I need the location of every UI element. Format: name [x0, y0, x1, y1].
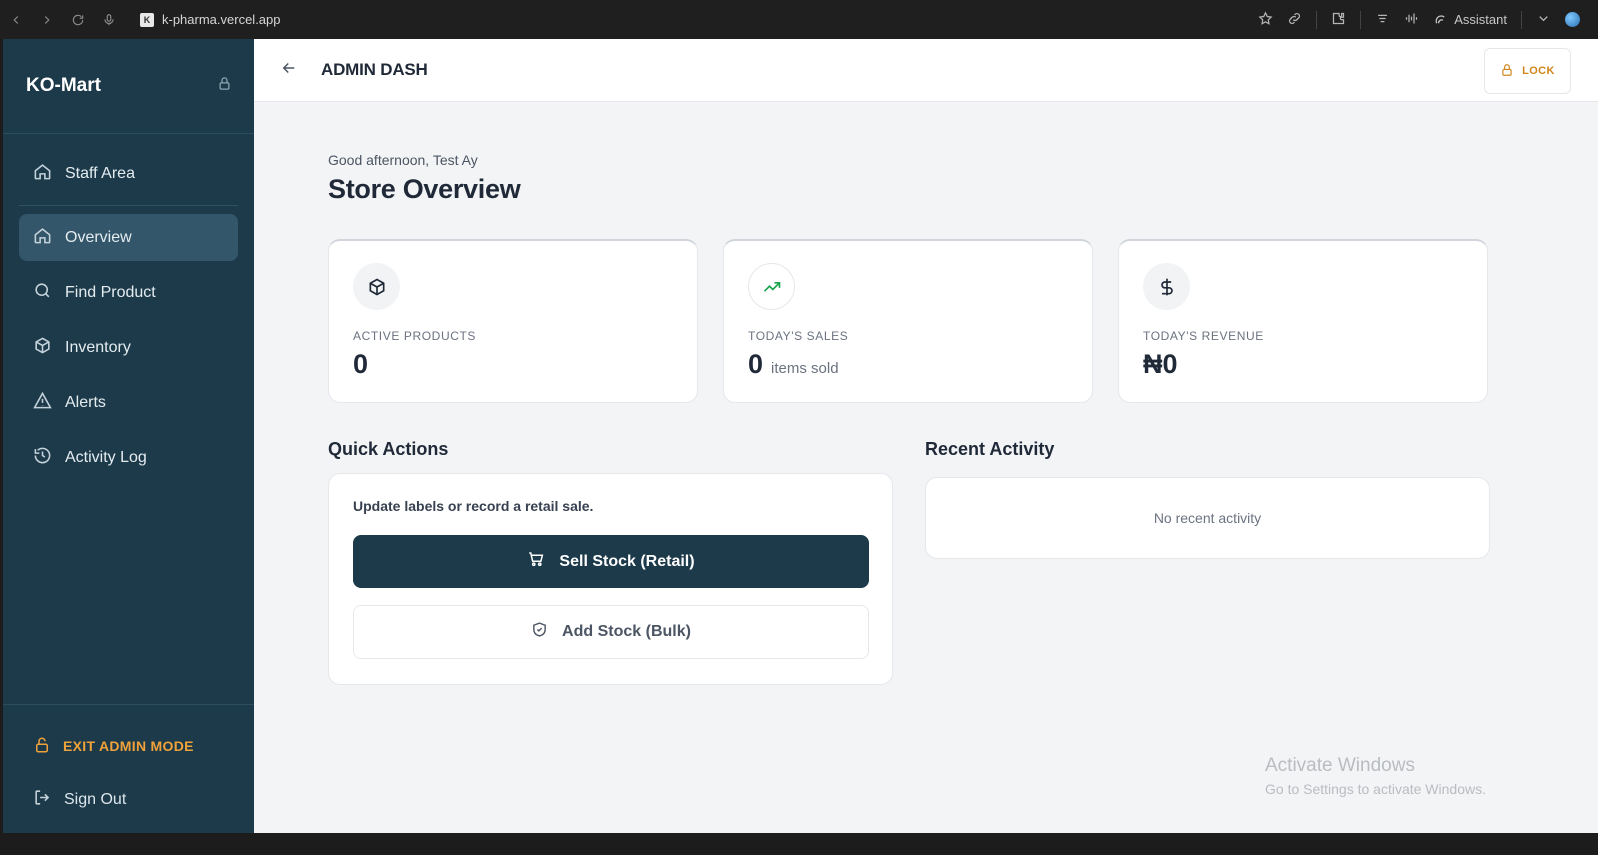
app-window: KO-Mart Staff Area Overview Find Product… — [3, 39, 1598, 833]
top-bar: ADMIN DASH LOCK — [254, 39, 1598, 102]
shield-check-icon — [531, 621, 548, 643]
windows-activation-watermark: Activate Windows Go to Settings to activ… — [1265, 755, 1486, 797]
profile-orb-icon[interactable] — [1565, 12, 1580, 27]
sidebar-header: KO-Mart — [3, 39, 254, 134]
home-icon — [33, 162, 52, 186]
sidebar-item-label: Activity Log — [65, 448, 147, 466]
lock-icon[interactable] — [217, 76, 232, 96]
assistant-button[interactable]: Assistant — [1433, 12, 1507, 27]
chevron-down-icon[interactable] — [1536, 11, 1551, 29]
quick-actions-card: Update labels or record a retail sale. S… — [328, 473, 893, 685]
overview-title: Store Overview — [328, 174, 521, 204]
url-text: k-pharma.vercel.app — [162, 12, 281, 27]
warning-icon — [33, 391, 52, 415]
stat-label: TODAY'S SALES — [748, 329, 849, 343]
home-icon — [33, 226, 52, 250]
link-icon[interactable] — [1287, 11, 1302, 29]
sign-out-button[interactable]: Sign Out — [3, 777, 254, 823]
stat-value: 0 — [748, 349, 764, 379]
search-icon — [33, 281, 52, 305]
window-bottom-edge — [0, 833, 1598, 855]
address-bar[interactable]: K k-pharma.vercel.app — [140, 12, 281, 27]
quick-actions-section: Quick Actions Update labels or record a … — [328, 439, 893, 685]
exit-admin-mode-label: EXIT ADMIN MODE — [63, 738, 194, 754]
greeting-text: Good afternoon, Test Ay — [328, 152, 478, 168]
toolbar-divider — [1360, 10, 1362, 29]
recent-activity-title: Recent Activity — [925, 439, 1055, 459]
recent-activity-section: Recent Activity No recent activity — [925, 439, 1490, 685]
toolbar-divider — [1521, 10, 1522, 29]
browser-toolbar: K k-pharma.vercel.app Assistant — [0, 0, 1598, 39]
watermark-line1: Activate Windows — [1265, 755, 1415, 776]
exit-admin-mode-button[interactable]: EXIT ADMIN MODE — [3, 723, 254, 769]
lock-icon — [1500, 63, 1514, 80]
stat-label: TODAY'S REVENUE — [1143, 329, 1264, 343]
stat-card-todays-sales: TODAY'S SALES 0 items sold — [723, 239, 1093, 403]
package-icon — [353, 263, 400, 310]
sidebar-item-label: Inventory — [65, 338, 131, 356]
watermark-line2: Go to Settings to activate Windows. — [1265, 781, 1486, 797]
back-arrow-icon[interactable] — [280, 59, 298, 82]
sidebar-item-activity-log[interactable]: Activity Log — [19, 434, 238, 481]
sidebar-item-alerts[interactable]: Alerts — [19, 379, 238, 426]
toolbar-divider — [1316, 10, 1318, 29]
brand-name: KO-Mart — [26, 75, 101, 96]
lock-button[interactable]: LOCK — [1484, 48, 1571, 94]
sidebar-footer: EXIT ADMIN MODE Sign Out — [3, 704, 254, 833]
empty-state-text: No recent activity — [1153, 510, 1262, 526]
sidebar-item-overview[interactable]: Overview — [19, 214, 238, 261]
sidebar: KO-Mart Staff Area Overview Find Product… — [3, 39, 254, 833]
trending-up-icon — [748, 263, 795, 310]
forward-nav-icon[interactable] — [31, 0, 62, 39]
reload-icon[interactable] — [62, 0, 93, 39]
package-icon — [33, 336, 52, 360]
sell-stock-retail-button[interactable]: Sell Stock (Retail) — [353, 535, 869, 588]
lock-label: LOCK — [1522, 65, 1555, 77]
stat-subtext: items sold — [771, 360, 839, 377]
sign-out-label: Sign Out — [64, 791, 127, 808]
add-stock-bulk-button[interactable]: Add Stock (Bulk) — [353, 605, 869, 659]
overview-content: Good afternoon, Test Ay Store Overview A… — [328, 102, 1490, 685]
extensions-icon[interactable] — [1331, 11, 1346, 29]
stat-card-active-products: ACTIVE PRODUCTS 0 — [328, 239, 698, 403]
lower-section: Quick Actions Update labels or record a … — [328, 439, 1490, 685]
recent-activity-card: No recent activity — [925, 477, 1490, 559]
site-favicon-icon: K — [140, 12, 154, 27]
sidebar-item-inventory[interactable]: Inventory — [19, 324, 238, 371]
sidebar-item-label: Overview — [65, 228, 132, 246]
stat-card-todays-revenue: TODAY'S REVENUE ₦0 — [1118, 239, 1488, 403]
page-title: ADMIN DASH — [321, 60, 428, 79]
assistant-icon — [1435, 15, 1445, 24]
microphone-icon[interactable] — [93, 0, 124, 39]
sidebar-nav: Staff Area Overview Find Product Invento… — [3, 134, 254, 481]
stats-cards: ACTIVE PRODUCTS 0 TODAY'S SALES 0 items … — [328, 239, 1490, 403]
sidebar-item-label: Staff Area — [65, 164, 135, 182]
quick-actions-description: Update labels or record a retail sale. — [353, 498, 594, 514]
main-content: ADMIN DASH LOCK Good afternoon, Test Ay … — [254, 39, 1598, 833]
stat-value-row: 0 — [353, 349, 673, 380]
quick-actions-title: Quick Actions — [328, 439, 449, 459]
stat-value-row: 0 items sold — [748, 349, 1068, 380]
audio-wave-icon[interactable] — [1404, 11, 1419, 29]
lock-icon — [33, 736, 51, 757]
cart-icon — [527, 550, 545, 573]
sidebar-item-staff-area[interactable]: Staff Area — [19, 150, 238, 197]
reader-icon[interactable] — [1375, 11, 1390, 29]
nav-divider — [19, 205, 238, 206]
stat-value: 0 — [353, 349, 369, 379]
sidebar-item-label: Alerts — [65, 393, 106, 411]
sidebar-item-find-product[interactable]: Find Product — [19, 269, 238, 316]
stat-value: ₦0 — [1143, 349, 1178, 379]
sidebar-item-label: Find Product — [65, 283, 156, 301]
history-icon — [33, 446, 52, 470]
dollar-icon — [1143, 263, 1190, 310]
stat-label: ACTIVE PRODUCTS — [353, 329, 477, 343]
star-icon[interactable] — [1258, 10, 1273, 29]
sign-out-icon — [33, 788, 52, 812]
sell-stock-label: Sell Stock (Retail) — [559, 552, 695, 570]
back-nav-icon[interactable] — [0, 0, 31, 39]
add-stock-label: Add Stock (Bulk) — [562, 623, 691, 640]
stat-value-row: ₦0 — [1143, 349, 1463, 380]
assistant-label: Assistant — [1454, 12, 1507, 27]
